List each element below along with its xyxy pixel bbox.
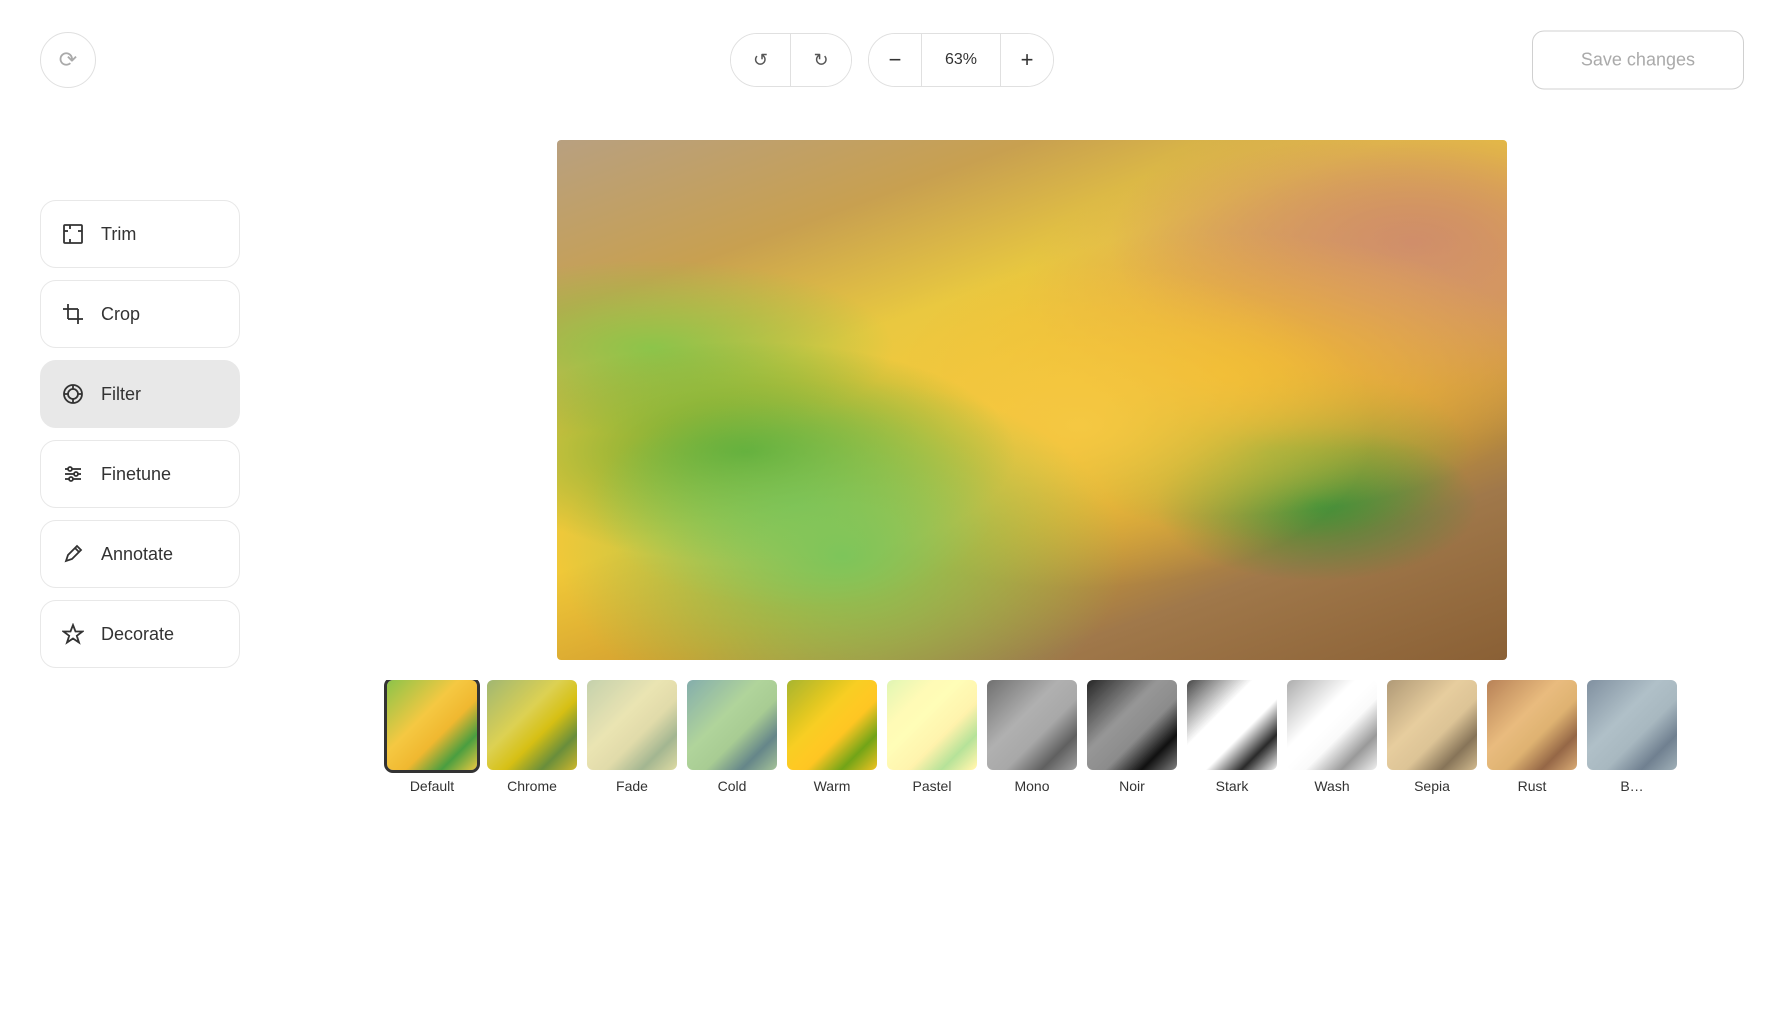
save-changes-button[interactable]: Save changes: [1532, 31, 1744, 90]
filter-label-chrome: Chrome: [507, 778, 557, 794]
filter-thumb-noir: [1087, 680, 1177, 770]
filter-item-b[interactable]: B…: [1582, 680, 1682, 794]
filter-item-stark[interactable]: Stark: [1182, 680, 1282, 794]
sidebar-item-label-finetune: Finetune: [101, 464, 171, 485]
filter-item-chrome[interactable]: Chrome: [482, 680, 582, 794]
filter-thumb-fade: [587, 680, 677, 770]
filter-thumb-mono: [987, 680, 1077, 770]
filter-thumb-sepia: [1387, 680, 1477, 770]
annotate-icon: [61, 543, 85, 565]
main-image: [557, 140, 1507, 660]
sidebar-item-crop[interactable]: Crop: [40, 280, 240, 348]
sidebar-item-label-annotate: Annotate: [101, 544, 173, 565]
filter-thumb-rust: [1487, 680, 1577, 770]
zoom-group: − 63% +: [868, 33, 1054, 87]
filter-label-mono: Mono: [1014, 778, 1049, 794]
history-button[interactable]: ⟳: [40, 32, 96, 88]
filter-item-noir[interactable]: Noir: [1082, 680, 1182, 794]
filter-label-b: B…: [1620, 778, 1643, 794]
filter-thumb-default: [387, 680, 477, 770]
filter-label-sepia: Sepia: [1414, 778, 1450, 794]
filter-scroll: Default Chrome Fade Cold: [382, 680, 1682, 794]
undo-icon: ↺: [753, 50, 768, 71]
filter-thumb-stark: [1187, 680, 1277, 770]
filter-item-sepia[interactable]: Sepia: [1382, 680, 1482, 794]
sidebar: Trim Crop Filter: [0, 120, 280, 1030]
redo-icon: ↻: [813, 50, 828, 71]
redo-button[interactable]: ↻: [791, 34, 851, 86]
filter-label-rust: Rust: [1518, 778, 1547, 794]
sidebar-item-trim[interactable]: Trim: [40, 200, 240, 268]
sidebar-item-label-crop: Crop: [101, 304, 140, 325]
trim-icon: [61, 223, 85, 245]
sidebar-item-finetune[interactable]: Finetune: [40, 440, 240, 508]
filter-thumb-cold: [687, 680, 777, 770]
sidebar-item-annotate[interactable]: Annotate: [40, 520, 240, 588]
sidebar-item-decorate[interactable]: Decorate: [40, 600, 240, 668]
sidebar-item-label-filter: Filter: [101, 384, 141, 405]
undo-redo-group: ↺ ↻: [730, 33, 852, 87]
filter-thumb-wash: [1287, 680, 1377, 770]
zoom-value: 63%: [921, 34, 1001, 86]
filter-icon: [61, 383, 85, 405]
filter-label-cold: Cold: [718, 778, 747, 794]
finetune-icon: [61, 463, 85, 485]
plus-icon: +: [1021, 47, 1034, 73]
filter-item-wash[interactable]: Wash: [1282, 680, 1382, 794]
filter-item-cold[interactable]: Cold: [682, 680, 782, 794]
filter-thumb-chrome: [487, 680, 577, 770]
filter-item-pastel[interactable]: Pastel: [882, 680, 982, 794]
filter-label-noir: Noir: [1119, 778, 1145, 794]
sidebar-item-label-decorate: Decorate: [101, 624, 174, 645]
filter-label-warm: Warm: [814, 778, 851, 794]
filter-strip: Default Chrome Fade Cold: [300, 680, 1764, 794]
minus-icon: −: [889, 47, 902, 73]
sidebar-item-filter[interactable]: Filter: [40, 360, 240, 428]
zoom-out-button[interactable]: −: [869, 34, 921, 86]
filter-item-warm[interactable]: Warm: [782, 680, 882, 794]
filter-item-mono[interactable]: Mono: [982, 680, 1082, 794]
history-icon: ⟳: [59, 47, 77, 73]
sidebar-item-label-trim: Trim: [101, 224, 136, 245]
filter-thumb-warm: [787, 680, 877, 770]
filter-label-stark: Stark: [1216, 778, 1249, 794]
filter-item-default[interactable]: Default: [382, 680, 482, 794]
canvas-area: Default Chrome Fade Cold: [280, 120, 1784, 1030]
filter-label-pastel: Pastel: [913, 778, 952, 794]
filter-thumb-pastel: [887, 680, 977, 770]
zoom-in-button[interactable]: +: [1001, 34, 1053, 86]
image-container: [557, 140, 1507, 660]
decorate-icon: [61, 623, 85, 645]
undo-button[interactable]: ↺: [731, 34, 791, 86]
filter-label-default: Default: [410, 778, 454, 794]
crop-icon: [61, 303, 85, 325]
filter-label-fade: Fade: [616, 778, 648, 794]
filter-item-rust[interactable]: Rust: [1482, 680, 1582, 794]
filter-thumb-b: [1587, 680, 1677, 770]
top-toolbar: ⟳ ↺ ↻ − 63% + Save changes: [0, 0, 1784, 120]
filter-label-wash: Wash: [1314, 778, 1349, 794]
filter-item-fade[interactable]: Fade: [582, 680, 682, 794]
